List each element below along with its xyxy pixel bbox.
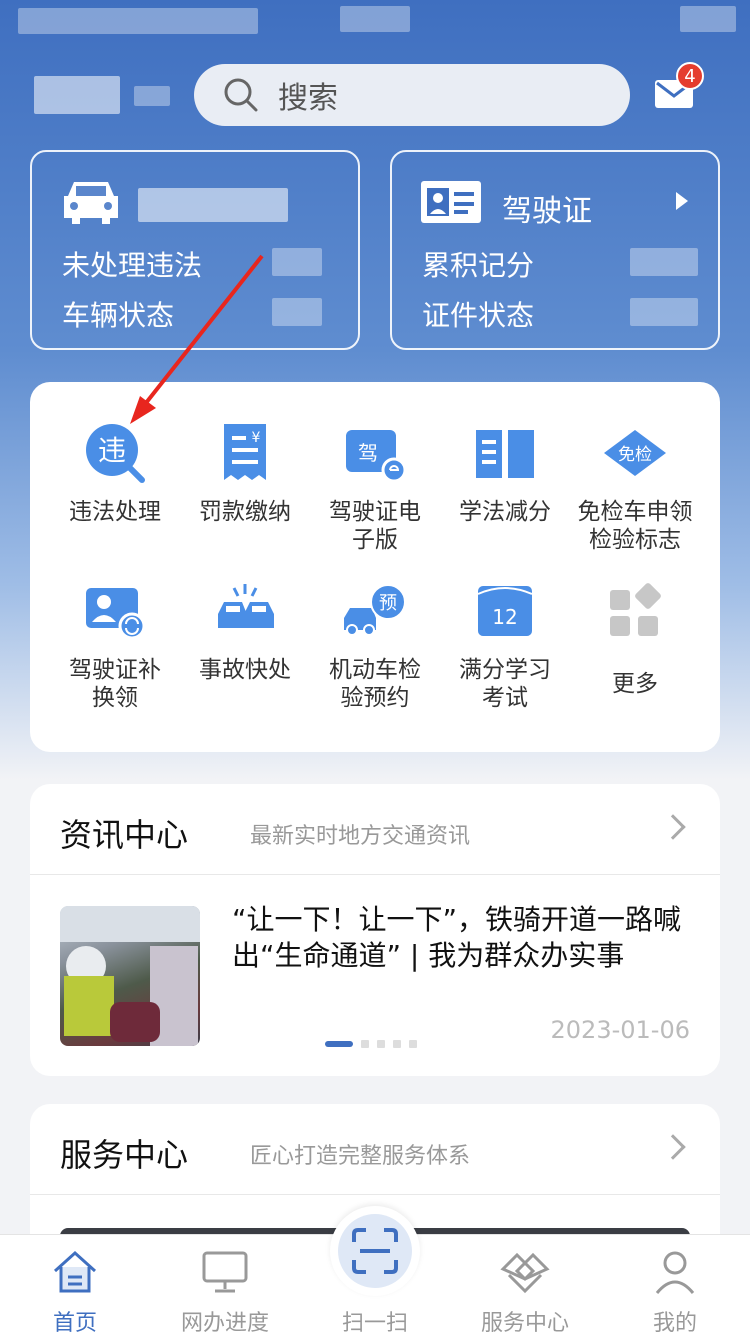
more-grid-icon: [610, 583, 661, 636]
vehicle-status-label: 车辆状态: [62, 299, 175, 332]
divider: [30, 874, 720, 875]
id-card-icon: [421, 181, 481, 223]
tab-label: 我的: [652, 1311, 697, 1334]
car-icon: [64, 182, 118, 224]
news-date: 2023-01-06: [550, 1016, 690, 1044]
tab-progress[interactable]: 网办进度: [150, 1235, 300, 1334]
service-label: 驾驶证补换领: [69, 657, 161, 711]
exempt-badge: 免检: [618, 445, 652, 465]
inspection-booking-icon: 预: [344, 584, 406, 636]
divider: [30, 1194, 720, 1195]
service-license-replace[interactable]: 驾驶证补换领: [50, 578, 180, 712]
status-bar-blur: [340, 6, 410, 32]
search-bar[interactable]: 搜索: [194, 64, 630, 126]
service-accident[interactable]: 事故快处: [180, 578, 310, 684]
license-status-label: 证件状态: [422, 299, 535, 332]
service-label: 免检车申领检验标志: [577, 499, 693, 553]
value-blur: [630, 248, 698, 276]
service-fine-payment[interactable]: ¥ 罚款缴纳: [180, 420, 310, 526]
value-blur: [630, 298, 698, 326]
tab-service-center[interactable]: 服务中心: [450, 1235, 600, 1334]
service-more[interactable]: 更多: [570, 578, 700, 698]
service-label: 满分学习考试: [459, 657, 551, 711]
mail-badge: 4: [676, 62, 704, 90]
plate-number-blur: [138, 188, 288, 222]
chevron-right-icon[interactable]: [660, 814, 686, 840]
exempt-inspection-icon: 免检: [604, 430, 666, 476]
chevron-right-icon[interactable]: [660, 1134, 686, 1160]
service-label: 罚款缴纳: [199, 499, 291, 525]
tab-mine[interactable]: 我的: [600, 1235, 750, 1334]
carousel-dot-active: [325, 1041, 353, 1047]
carousel-dot: [361, 1040, 369, 1048]
service-exempt-inspection[interactable]: 免检 免检车申领检验标志: [570, 420, 700, 554]
vehicle-card[interactable]: 未处理违法 车辆状态: [30, 150, 360, 350]
service-icon: [500, 1252, 550, 1294]
service-label: 违法处理: [69, 499, 161, 525]
tab-label: 网办进度: [180, 1311, 269, 1334]
service-inspection-booking[interactable]: 预 机动车检验预约: [310, 578, 440, 712]
license-replace-icon: [86, 588, 146, 640]
tab-label: 首页: [52, 1311, 97, 1334]
license-char: 驾: [358, 441, 378, 465]
value-blur: [272, 248, 322, 276]
service-label: 学法减分: [459, 499, 551, 525]
accumulated-points-label: 累积记分: [422, 249, 535, 282]
carousel-dot: [409, 1040, 417, 1048]
calendar-number: 12: [492, 605, 517, 629]
fine-payment-icon: ¥: [224, 424, 266, 480]
service-label: 更多: [612, 671, 658, 697]
carousel-dot: [393, 1040, 401, 1048]
tab-home[interactable]: 首页: [0, 1235, 150, 1334]
service-study[interactable]: 学法减分: [440, 420, 570, 526]
study-book-icon: [476, 430, 534, 478]
tab-label: 扫一扫: [341, 1311, 408, 1334]
user-icon: [655, 1251, 695, 1294]
scan-button[interactable]: [330, 1206, 420, 1296]
accident-icon: [218, 584, 274, 628]
home-icon: [53, 1250, 97, 1293]
carousel-dots: [325, 1040, 417, 1048]
search-icon: [224, 78, 258, 112]
news-panel[interactable]: 资讯中心 最新实时地方交通资讯 “让一下！让一下”，铁骑开道一路喊出“生命通道”…: [30, 784, 720, 1076]
status-bar-blur: [18, 8, 258, 34]
tab-label: 服务中心: [480, 1311, 569, 1334]
license-card[interactable]: 驾驶证 累积记分 证件状态: [390, 150, 720, 350]
violation-icon: 违: [86, 424, 145, 483]
service-grid: 违 违法处理 ¥ 罚款缴纳 驾 驾驶证电子版 学法减分 免检 免检车申领检验标志…: [30, 382, 720, 752]
news-thumbnail[interactable]: [60, 906, 200, 1046]
status-bar-blur: [680, 6, 736, 32]
news-subtitle: 最新实时地方交通资讯: [250, 824, 471, 849]
carousel-dot: [377, 1040, 385, 1048]
service-label: 机动车检验预约: [329, 657, 421, 711]
service-center-heading: 服务中心: [60, 1136, 189, 1174]
calendar-exam-icon: 12: [477, 586, 533, 636]
user-name-blur: [134, 86, 170, 106]
service-label: 驾驶证电子版: [329, 499, 421, 553]
service-violation[interactable]: 违 违法处理: [50, 420, 180, 526]
scan-icon: [352, 1228, 398, 1274]
arrow-right-icon: [676, 192, 688, 210]
license-card-title: 驾驶证: [502, 194, 592, 229]
violation-char: 违: [98, 434, 126, 467]
booking-char: 预: [379, 593, 397, 614]
user-name-blur: [34, 76, 120, 114]
e-license-icon: 驾: [346, 430, 407, 483]
value-blur: [272, 298, 322, 326]
service-center-subtitle: 匠心打造完整服务体系: [250, 1144, 471, 1169]
service-label: 事故快处: [199, 657, 291, 683]
news-title[interactable]: “让一下！让一下”，铁骑开道一路喊出“生命通道” | 我为群众办实事: [232, 902, 702, 974]
news-heading: 资讯中心: [60, 816, 189, 854]
search-placeholder: 搜索: [278, 81, 338, 116]
service-exam[interactable]: 12 满分学习考试: [440, 578, 570, 712]
unhandled-violations-label: 未处理违法: [62, 249, 203, 282]
monitor-icon: [202, 1251, 248, 1293]
service-e-license[interactable]: 驾 驾驶证电子版: [310, 420, 440, 554]
svg-text:¥: ¥: [252, 430, 261, 446]
